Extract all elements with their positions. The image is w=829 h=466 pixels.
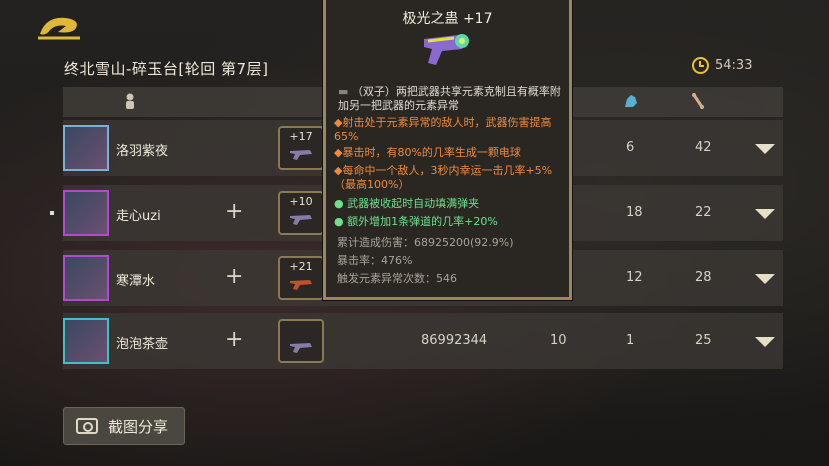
- deaths-value: 18: [626, 205, 643, 220]
- weapon-effect: ● 武器被收起时自动填满弹夹: [334, 197, 480, 210]
- assists-value: 28: [695, 270, 712, 285]
- player-avatar: [63, 318, 109, 364]
- add-friend-icon[interactable]: +: [225, 201, 243, 223]
- kills-value: 10: [550, 333, 567, 348]
- weapon-icon: [290, 280, 312, 290]
- stat-crit-rate: 暴击率：476%: [337, 254, 413, 267]
- weapon-level: +17: [289, 130, 313, 143]
- kills-icon: [625, 95, 637, 107]
- player-name: 寒潭水: [116, 274, 156, 289]
- camera-icon: [76, 418, 98, 434]
- assists-value: 25: [695, 333, 712, 348]
- add-friend-icon[interactable]: +: [225, 266, 243, 288]
- location-title: 终北雪山-碎玉台[轮回 第7层]: [64, 60, 269, 78]
- chevron-down-icon[interactable]: [755, 209, 775, 219]
- weapon-icon: [290, 215, 312, 225]
- deaths-value: 12: [626, 270, 643, 285]
- assists-value: 42: [695, 140, 712, 155]
- weapon-icon: [290, 343, 312, 353]
- chevron-down-icon[interactable]: [755, 274, 775, 284]
- effect-bullet-icon: ●: [334, 215, 348, 228]
- weapon-icon: [290, 150, 312, 160]
- effect-bullet-icon: ●: [334, 197, 348, 210]
- player-row[interactable]: 泡泡茶壶 + 86992344 10 1 25: [63, 313, 783, 369]
- stat-elemental-triggers: 触发元素异常次数：546: [337, 272, 457, 285]
- player-icon: [126, 93, 134, 109]
- stat-total-damage: 累计造成伤害：68925200(92.9%): [337, 236, 514, 249]
- player-avatar: [63, 125, 109, 171]
- chevron-down-icon[interactable]: [755, 144, 775, 154]
- weapon-effect: ◆暴击时，有80%的几率生成一颗电球: [334, 146, 521, 159]
- tooltip-description: ▬ （双子）两把武器共享元素克制且有概率附加另一把武器的元素异常: [338, 85, 561, 112]
- screenshot-share-button[interactable]: 截图分享: [63, 407, 185, 445]
- weapon-effect: ◆每命中一个敌人，3秒内幸运一击几率+5%（最高100%）: [334, 164, 553, 191]
- weapon-level: +21: [289, 260, 313, 273]
- deaths-value: 6: [626, 140, 635, 155]
- timer: 54:33: [692, 57, 752, 74]
- local-player-marker: [50, 211, 54, 215]
- player-name: 洛羽紫夜: [116, 144, 169, 159]
- weapon-slot[interactable]: [278, 319, 324, 363]
- chevron-down-icon[interactable]: [755, 337, 775, 347]
- player-avatar: [63, 190, 109, 236]
- add-friend-icon[interactable]: +: [225, 329, 243, 351]
- assists-value: 22: [695, 205, 712, 220]
- weapon-gun-icon: [424, 34, 469, 65]
- weapon-slot[interactable]: +17: [278, 126, 324, 170]
- deaths-value: 1: [626, 333, 635, 348]
- bone-icon: [692, 93, 704, 109]
- weapon-level: +10: [289, 195, 313, 208]
- timer-value: 54:33: [715, 58, 753, 73]
- weapon-slot[interactable]: +21: [278, 256, 324, 300]
- weapon-slot[interactable]: +10: [278, 191, 324, 235]
- back-icon[interactable]: [36, 12, 82, 42]
- player-name: 泡泡茶壶: [116, 337, 169, 352]
- weapon-effect: ● 额外增加1条弹道的几率+20%: [334, 215, 498, 228]
- damage-value: 86992344: [421, 333, 488, 348]
- weapon-tooltip: 极光之蛊 +17 ▬ （双子）两把武器共享元素克制且有概率附加另一把武器的元素异…: [323, 0, 572, 300]
- player-avatar: [63, 255, 109, 301]
- player-name: 走心uzi: [116, 209, 161, 224]
- tooltip-title: 极光之蛊 +17: [402, 11, 493, 27]
- share-label: 截图分享: [108, 417, 169, 436]
- weapon-effect: ◆射击处于元素异常的敌人时，武器伤害提高65%: [334, 116, 552, 143]
- clock-icon: [692, 57, 709, 74]
